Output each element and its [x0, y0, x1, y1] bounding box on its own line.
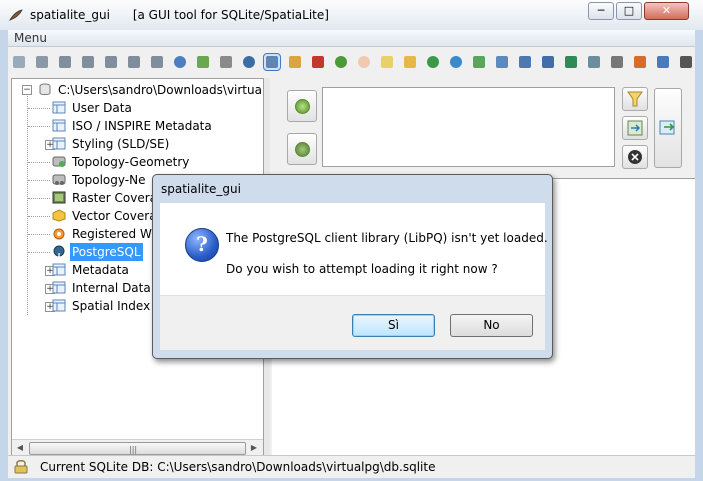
raster-icon: [52, 191, 66, 204]
title-bar[interactable]: spatialite_gui [a GUI tool for SQLite/Sp…: [0, 0, 703, 30]
scroll-grip: |||: [129, 445, 138, 454]
window-title: spatialite_gui [a GUI tool for SQLite/Sp…: [30, 8, 329, 22]
lock-icon: [14, 460, 28, 474]
dialog-footer: Sì No: [160, 295, 545, 350]
wms-icon: [53, 228, 65, 240]
more-icon[interactable]: [609, 54, 625, 70]
dialog-title: spatialite_gui: [161, 182, 241, 196]
memory-save-icon[interactable]: [126, 54, 142, 70]
tree-guide: [28, 126, 50, 127]
window-frame-left: [0, 30, 8, 481]
status-text: Current SQLite DB: C:\Users\sandro\Downl…: [40, 460, 436, 474]
network-icon[interactable]: [632, 54, 648, 70]
table-icon: [52, 281, 66, 294]
export-shapefile-icon[interactable]: [494, 54, 510, 70]
window-frame-right: [695, 30, 703, 481]
sql-history-button[interactable]: [622, 116, 648, 140]
tree-guide: [28, 180, 50, 181]
dialog-message-line2: Do you wish to attempt loading it right …: [226, 262, 498, 276]
feather-app-icon: [9, 9, 23, 21]
hand-icon[interactable]: [356, 54, 372, 70]
db-lock-icon[interactable]: [218, 54, 234, 70]
export-dbf-icon[interactable]: [540, 54, 556, 70]
load-xls-icon[interactable]: [563, 54, 579, 70]
close-button[interactable]: ✕: [644, 2, 689, 20]
history-icon: [627, 120, 643, 136]
status-bar: Current SQLite DB: C:\Users\sandro\Downl…: [8, 455, 695, 478]
dialog-message-line1: The PostgreSQL client library (LibPQ) is…: [226, 231, 548, 245]
attach-db-icon[interactable]: [263, 53, 281, 71]
memory-load-icon[interactable]: [103, 54, 119, 70]
scroll-thumb[interactable]: |||: [29, 442, 246, 455]
history-back-button[interactable]: [287, 133, 317, 165]
edit-pencil-icon[interactable]: [402, 54, 418, 70]
disconnect-icon[interactable]: [34, 54, 50, 70]
tree-guide: [28, 108, 50, 109]
tree-guide: [28, 198, 50, 199]
table-icon: [52, 263, 66, 276]
sql-script-icon[interactable]: [195, 54, 211, 70]
globe-blue-icon[interactable]: [448, 54, 464, 70]
toolbar: [8, 47, 695, 77]
close-icon: ✕: [661, 4, 672, 17]
postgresql-elephant-icon: [53, 245, 65, 257]
no-button[interactable]: No: [450, 314, 533, 337]
loading-dialog: spatialite_gui ? The PostgreSQL client l…: [152, 174, 553, 359]
question-icon: ?: [185, 228, 219, 262]
dialog-body: ? The PostgreSQL client library (LibPQ) …: [160, 203, 548, 295]
scroll-left-icon[interactable]: ◀: [13, 442, 27, 454]
minimize-button[interactable]: ─: [588, 2, 614, 20]
table-icon: [52, 119, 66, 132]
chart-icon[interactable]: [310, 54, 326, 70]
memory-export-icon[interactable]: [149, 54, 165, 70]
menu-item-menu[interactable]: Menu: [14, 31, 47, 45]
tree-guide: [28, 252, 50, 253]
filter-button[interactable]: [622, 87, 648, 111]
tree-guide: [27, 96, 28, 315]
tree-horizontal-scrollbar[interactable]: ◀ ||| ▶: [12, 439, 263, 456]
tree-guide: [28, 162, 50, 163]
tree-guide: [28, 234, 50, 235]
maximize-icon: □: [623, 4, 635, 17]
tree-guide: [28, 216, 50, 217]
table-icon: [52, 137, 66, 150]
minimize-icon: ─: [597, 4, 605, 17]
edit-note-icon[interactable]: [379, 54, 395, 70]
topology-icon: [52, 174, 66, 185]
execute-icon: [659, 120, 675, 135]
clear-button[interactable]: [622, 145, 648, 169]
green-arrow-down-icon: [295, 142, 310, 157]
menu-bar: Menu: [8, 30, 695, 47]
history-forward-button[interactable]: [287, 90, 317, 122]
vector-icon: [52, 209, 66, 222]
green-arrow-up-icon: [295, 99, 310, 114]
vacuum-icon[interactable]: [172, 54, 188, 70]
windows-icon[interactable]: [655, 54, 671, 70]
bug-check-icon[interactable]: [333, 54, 349, 70]
memory-db-icon[interactable]: [80, 54, 96, 70]
table-icon: [52, 299, 66, 312]
maximize-button[interactable]: □: [616, 2, 642, 20]
globe-green-icon[interactable]: [425, 54, 441, 70]
sql-input[interactable]: [322, 87, 615, 167]
filter-icon: [627, 91, 643, 107]
create-db-icon[interactable]: [57, 54, 73, 70]
scroll-right-icon[interactable]: ▶: [247, 442, 261, 454]
db-status-icon[interactable]: [287, 54, 303, 70]
collapse-icon[interactable]: −: [22, 85, 32, 95]
load-shapefile-icon[interactable]: [471, 54, 487, 70]
execute-sql-button[interactable]: [654, 88, 682, 168]
database-icon: [39, 83, 51, 95]
load-txt-icon[interactable]: [586, 54, 602, 70]
load-dbf-icon[interactable]: [517, 54, 533, 70]
table-icon: [52, 101, 66, 114]
clear-x-icon: [628, 150, 642, 164]
yes-button[interactable]: Sì: [352, 314, 435, 337]
lines-icon[interactable]: [678, 54, 694, 70]
connect-icon[interactable]: [11, 54, 27, 70]
postgresql-elephant-icon[interactable]: [241, 54, 257, 70]
topology-icon: [52, 156, 66, 167]
